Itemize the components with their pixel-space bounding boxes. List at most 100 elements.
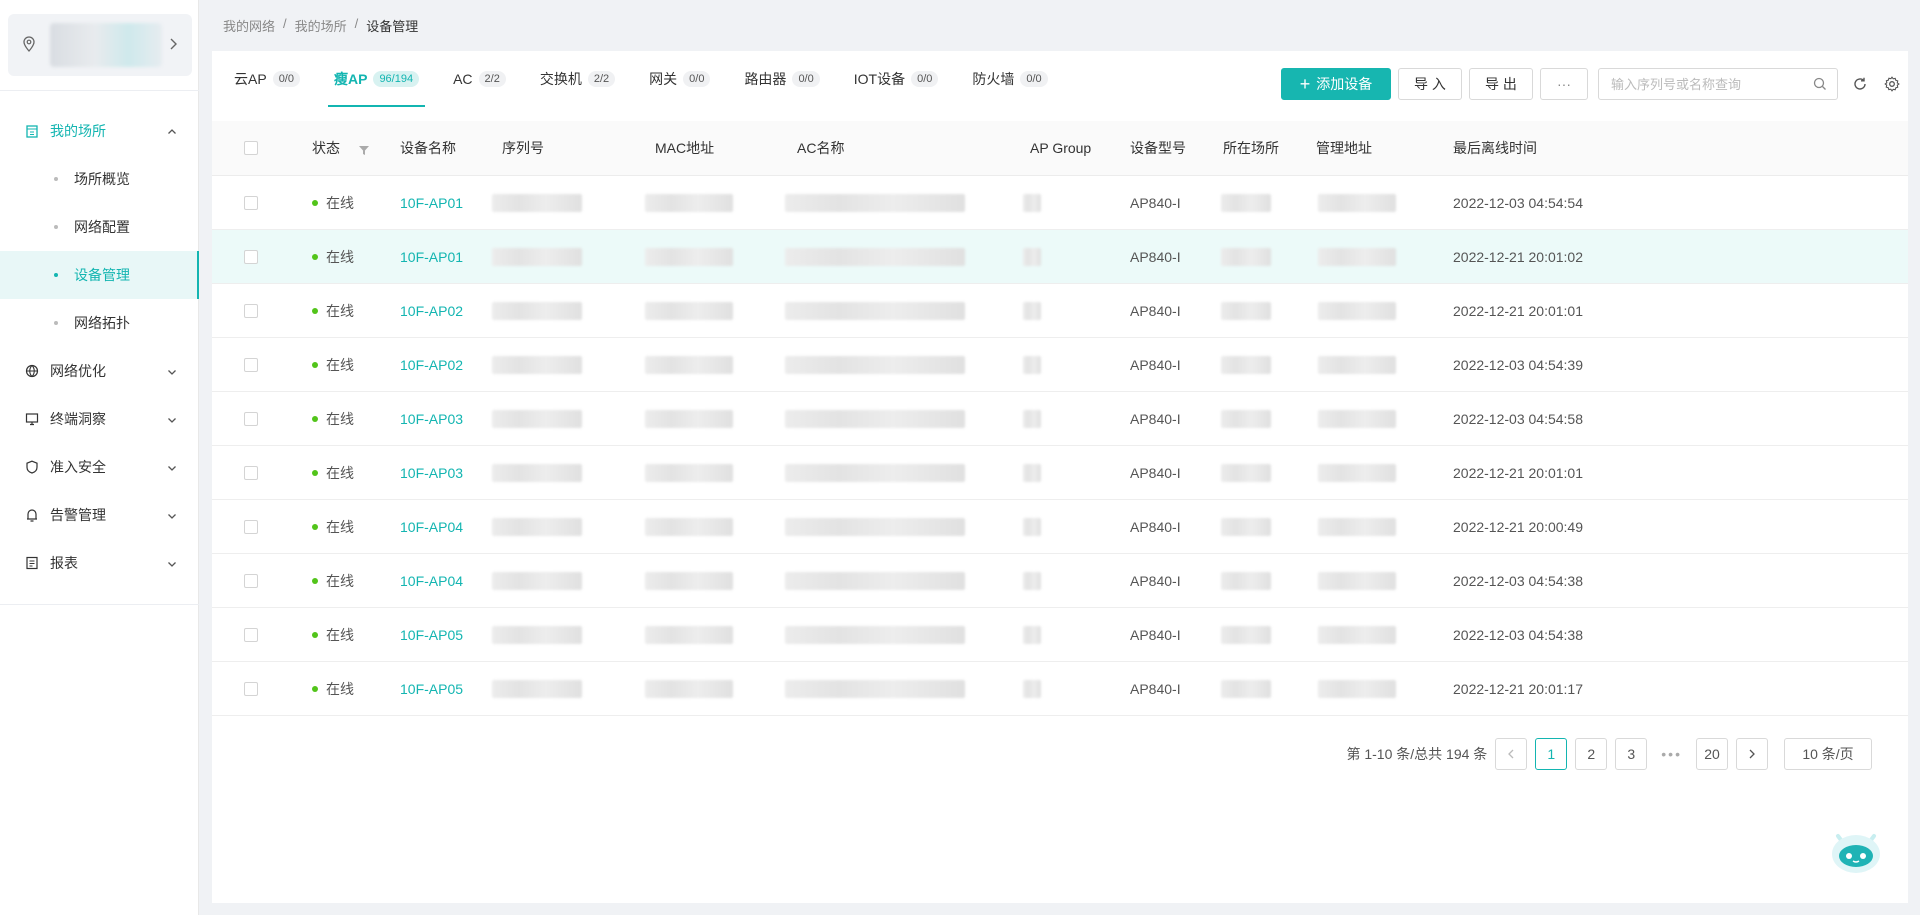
redacted-value: [1023, 571, 1041, 590]
page-button[interactable]: 2: [1575, 738, 1608, 770]
device-name-link[interactable]: 10F-AP04: [400, 500, 463, 553]
tab-6[interactable]: IOT设备 0/0: [842, 51, 951, 107]
device-model: AP840-I: [1130, 572, 1181, 589]
export-button[interactable]: 导 出: [1469, 68, 1533, 100]
tab-2[interactable]: AC 2/2: [441, 51, 518, 107]
sidebar-group-5[interactable]: 报表: [0, 539, 199, 587]
table-row[interactable]: 在线 10F-AP01 AP840-I 2022-12-21 20:01:02: [212, 230, 1908, 284]
sidebar-item-1[interactable]: 网络配置: [0, 203, 199, 251]
chevron-up-icon[interactable]: [167, 124, 181, 138]
table-row[interactable]: 在线 10F-AP03 AP840-I 2022-12-03 04:54:58: [212, 392, 1908, 446]
row-checkbox[interactable]: [244, 519, 258, 534]
next-page-button[interactable]: [1736, 738, 1768, 770]
device-name-link[interactable]: 10F-AP03: [400, 392, 463, 445]
tab-5[interactable]: 路由器 0/0: [732, 51, 831, 107]
prev-page-button[interactable]: [1495, 738, 1528, 770]
last-offline-time: 2022-12-03 04:54:58: [1453, 410, 1583, 427]
page-button[interactable]: 1: [1535, 738, 1568, 770]
row-checkbox[interactable]: [244, 573, 258, 588]
search-input[interactable]: [1611, 76, 1801, 92]
table-row[interactable]: 在线 10F-AP05 AP840-I 2022-12-03 04:54:38: [212, 608, 1908, 662]
device-name-link[interactable]: 10F-AP01: [400, 176, 463, 229]
device-name-link[interactable]: 10F-AP02: [400, 338, 463, 391]
redacted-cell: [492, 608, 582, 661]
more-button[interactable]: ···: [1540, 68, 1588, 100]
add-device-button[interactable]: + 添加设备: [1281, 68, 1391, 100]
chevron-right-icon[interactable]: [164, 35, 182, 53]
table-row[interactable]: 在线 10F-AP04 AP840-I 2022-12-21 20:00:49: [212, 500, 1908, 554]
chevron-down-icon[interactable]: [167, 460, 181, 474]
sidebar-item-0[interactable]: 场所概览: [0, 155, 199, 203]
breadcrumb-item[interactable]: 我的网络: [223, 16, 275, 35]
row-checkbox[interactable]: [244, 249, 258, 264]
sidebar-group-4[interactable]: 告警管理: [0, 491, 199, 539]
redacted-value: [1023, 193, 1041, 212]
table-row[interactable]: 在线 10F-AP02 AP840-I 2022-12-03 04:54:39: [212, 338, 1908, 392]
device-name-link[interactable]: 10F-AP01: [400, 230, 463, 283]
redacted-cell: [492, 176, 582, 229]
row-checkbox[interactable]: [244, 681, 258, 696]
chevron-down-icon[interactable]: [167, 364, 181, 378]
import-button[interactable]: 导 入: [1398, 68, 1462, 100]
chevron-down-icon[interactable]: [167, 508, 181, 522]
settings-gear-icon[interactable]: [1882, 74, 1902, 94]
assistant-robot-icon[interactable]: [1828, 826, 1884, 876]
tab-7[interactable]: 防火墙 0/0: [960, 51, 1059, 107]
page-button[interactable]: 3: [1615, 738, 1648, 770]
redacted-value: [645, 301, 733, 320]
search-box[interactable]: [1598, 68, 1838, 100]
breadcrumb-item[interactable]: 我的场所: [295, 16, 347, 35]
redacted-cell: [785, 338, 965, 391]
page-button-last[interactable]: 20: [1696, 738, 1728, 770]
last-offline-time: 2022-12-21 20:01:17: [1453, 680, 1583, 697]
row-checkbox[interactable]: [244, 357, 258, 372]
sidebar-group-0[interactable]: 我的场所: [0, 107, 199, 155]
device-name-link[interactable]: 10F-AP05: [400, 662, 463, 715]
building-icon: [24, 123, 40, 139]
table-row[interactable]: 在线 10F-AP02 AP840-I 2022-12-21 20:01:01: [212, 284, 1908, 338]
device-name-link[interactable]: 10F-AP03: [400, 446, 463, 499]
chevron-down-icon[interactable]: [167, 412, 181, 426]
bullet-dot: [54, 177, 58, 181]
sidebar-item-3[interactable]: 网络拓扑: [0, 299, 199, 347]
search-icon[interactable]: [1813, 77, 1827, 91]
row-checkbox[interactable]: [244, 627, 258, 642]
sidebar-group-2[interactable]: 终端洞察: [0, 395, 199, 443]
redacted-cell: [492, 392, 582, 445]
device-name-link[interactable]: 10F-AP05: [400, 608, 463, 661]
select-all-checkbox[interactable]: [244, 141, 258, 155]
sidebar-group-1[interactable]: 网络优化: [0, 347, 199, 395]
tab-4[interactable]: 网关 0/0: [637, 51, 722, 107]
chevron-down-icon[interactable]: [167, 556, 181, 570]
row-checkbox[interactable]: [244, 411, 258, 426]
redacted-cell: [645, 608, 733, 661]
sidebar-item-2[interactable]: 设备管理: [0, 251, 199, 299]
row-checkbox[interactable]: [244, 195, 258, 210]
redacted-value: [1221, 463, 1271, 482]
tab-3[interactable]: 交换机 2/2: [528, 51, 627, 107]
sidebar-item-label: 场所概览: [74, 171, 130, 187]
column-header: MAC地址: [655, 140, 715, 156]
status-text: 在线: [326, 194, 354, 211]
device-name-link[interactable]: 10F-AP04: [400, 554, 463, 607]
filter-icon[interactable]: [358, 143, 370, 155]
device-name-link[interactable]: 10F-AP02: [400, 284, 463, 337]
row-checkbox-cell: [244, 176, 258, 229]
table-row[interactable]: 在线 10F-AP05 AP840-I 2022-12-21 20:01:17: [212, 662, 1908, 716]
status-text: 在线: [326, 410, 354, 427]
page-size-select[interactable]: 10 条/页: [1784, 738, 1872, 770]
table-row[interactable]: 在线 10F-AP03 AP840-I 2022-12-21 20:01:01: [212, 446, 1908, 500]
row-checkbox-cell: [244, 284, 258, 337]
row-checkbox[interactable]: [244, 303, 258, 318]
site-selector[interactable]: [8, 14, 192, 76]
pagination-ellipsis[interactable]: •••: [1661, 746, 1682, 762]
redacted-value: [1221, 679, 1271, 698]
table-row[interactable]: 在线 10F-AP01 AP840-I 2022-12-03 04:54:54: [212, 176, 1908, 230]
tab-1[interactable]: 瘦AP 96/194: [322, 51, 431, 107]
tab-0[interactable]: 云AP 0/0: [222, 51, 312, 107]
table-row[interactable]: 在线 10F-AP04 AP840-I 2022-12-03 04:54:38: [212, 554, 1908, 608]
row-checkbox[interactable]: [244, 465, 258, 480]
sidebar-group-3[interactable]: 准入安全: [0, 443, 199, 491]
refresh-icon[interactable]: [1850, 74, 1870, 94]
device-panel: 云AP 0/0 瘦AP 96/194 AC 2/2 交换机 2/2 网关 0/0 路由器 0/0 IOT…: [212, 51, 1908, 903]
